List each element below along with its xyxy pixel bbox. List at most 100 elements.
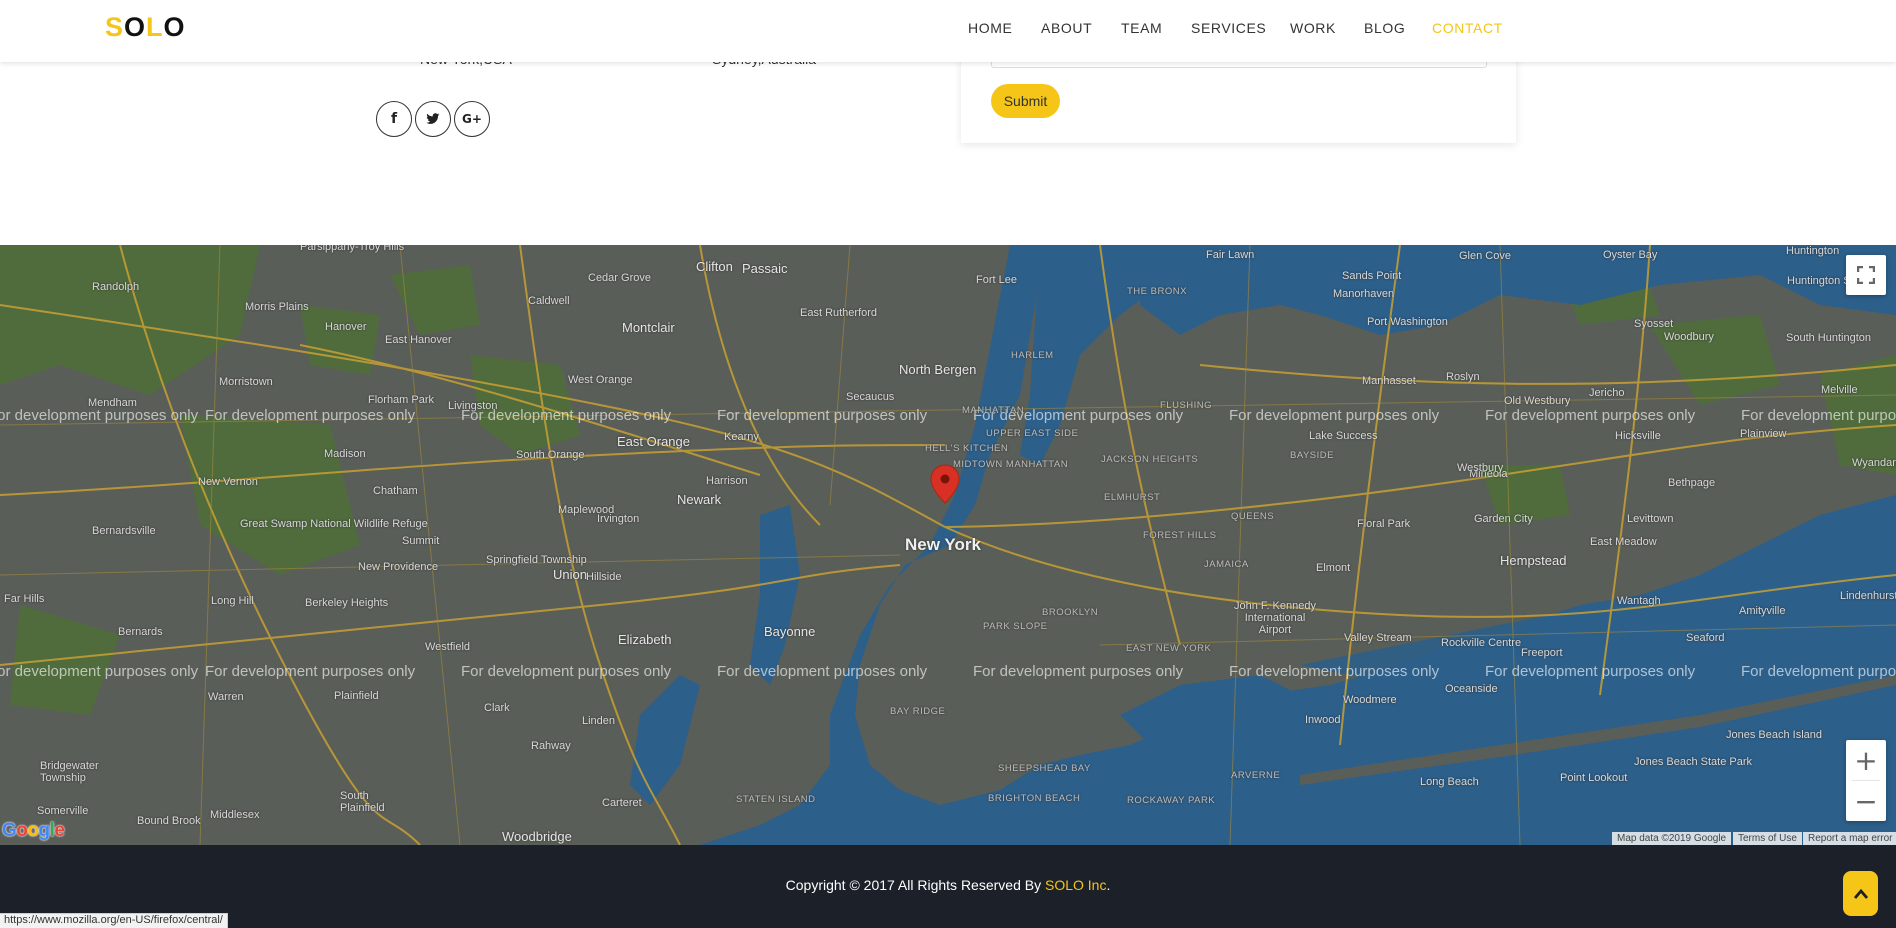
map-label: Rockville Centre [1441,637,1522,649]
map-label: SHEEPSHEAD BAY [998,763,1091,774]
brand-link[interactable]: SOLO Inc [1045,877,1106,893]
map-label: Bethpage [1668,477,1716,489]
map-label: Newark [677,492,722,507]
site-footer: Copyright © 2017 All Rights Reserved By … [0,845,1896,928]
map-label: South Huntington [1786,332,1872,344]
map-watermark: For development purposes only [1485,663,1696,680]
map-label: Lindenhurst [1840,590,1896,602]
map-label: BAY RIDGE [890,706,946,717]
map-label: Garden City [1474,513,1533,525]
google-plus-icon[interactable]: G+ [454,101,490,137]
map-label: Bernards [118,626,163,638]
map-label: East Orange [617,434,690,449]
map-label: Great Swamp National Wildlife Refuge [240,518,428,530]
nav-work[interactable]: WORK [1290,20,1336,36]
map-label: FLUSHING [1160,400,1213,411]
nav-services[interactable]: SERVICES [1191,20,1266,36]
map-label: Bridgewater Township [40,760,99,784]
map-label: Inwood [1305,714,1341,726]
map-label: Fair Lawn [1206,249,1255,261]
facebook-icon[interactable]: f [376,101,412,137]
map-fullscreen-button[interactable] [1846,255,1886,295]
map-label: Harrison [706,475,748,487]
terms-of-use-link[interactable]: Terms of Use [1733,832,1802,845]
logo[interactable]: SOLO [105,12,186,43]
map-watermark: For development purposes only [205,663,416,680]
map-watermark: For development purposes only [0,407,199,424]
map-label: Hanover [325,321,367,333]
map-label: East Meadow [1590,536,1657,548]
map-label: Rahway [531,740,571,752]
map-label: Jones Beach Island [1726,729,1823,741]
map-watermark: For development purposes only [1229,407,1440,424]
map-watermark: For development purposes only [717,407,928,424]
map-label: South Plainfield [340,790,385,814]
map-label: Plainview [1740,428,1787,440]
map-label: Bernardsville [92,525,156,537]
map-data-attribution[interactable]: Map data ©2019 Google [1612,832,1732,845]
map-label: EAST NEW YORK [1126,643,1212,654]
google-map[interactable]: For development purposes only For develo… [0,245,1896,845]
map-label: Mendham [88,397,137,409]
map-label: Wantagh [1617,595,1661,607]
map-label: Parsippany-Troy Hills [300,245,405,253]
map-watermark: For development purposes only [1229,663,1440,680]
report-map-error-link[interactable]: Report a map error [1803,832,1896,845]
back-to-top-button[interactable] [1843,871,1878,916]
map-label: Old Westbury [1504,395,1571,407]
map-label: Westbury [1457,462,1504,474]
map-label: Lake Success [1309,430,1378,442]
map-label: Bound Brook [137,815,201,827]
map-label: Clark [484,702,510,714]
map-label: Melville [1821,384,1858,396]
twitter-icon[interactable] [415,101,451,137]
nav-team[interactable]: TEAM [1121,20,1162,36]
submit-button[interactable]: Submit [991,84,1060,118]
map-watermark: For development purposes only [717,663,928,680]
map-label: Bayonne [764,624,816,639]
map-label: East Hanover [385,334,452,346]
map-label: ROCKAWAY PARK [1127,795,1216,806]
map-label: STATEN ISLAND [736,794,816,805]
map-label: HELL'S KITCHEN [925,443,1009,454]
map-label: BAYSIDE [1290,450,1334,461]
map-label: Hillside [586,571,622,583]
nav-home[interactable]: HOME [968,20,1012,36]
google-logo[interactable]: Google [2,820,65,842]
map-label: Levittown [1627,513,1674,525]
map-label: Caldwell [528,295,570,307]
map-label: Long Beach [1420,776,1479,788]
map-label: Amityville [1739,605,1786,617]
map-label: HARLEM [1011,350,1054,361]
map-label: THE BRONX [1127,286,1187,297]
map-label: Jericho [1589,387,1625,399]
map-label: Manhasset [1362,375,1416,387]
map-label: PARK SLOPE [983,621,1048,632]
nav-contact[interactable]: CONTACT [1432,20,1503,36]
map-label: UPPER EAST SIDE [986,428,1079,439]
nav-about[interactable]: ABOUT [1041,20,1092,36]
map-label: JACKSON HEIGHTS [1101,454,1199,465]
map-label: FOREST HILLS [1143,530,1217,541]
map-label: Springfield Township [486,554,587,566]
page: New York,USA Sydney,Australia f G+ Submi… [0,0,1896,928]
map-label: Fort Lee [976,274,1017,286]
map-watermark: For development purposes only [1741,407,1896,424]
map-watermark: For development purposes only [973,663,1184,680]
nav-blog[interactable]: BLOG [1364,20,1405,36]
map-label: ARVERNE [1231,770,1281,781]
zoom-out-button[interactable]: − [1846,781,1886,821]
map-label: Maplewood [558,504,615,516]
map-label: Middlesex [210,809,260,821]
map-label: Elmont [1316,562,1351,574]
map-label: Woodbridge [502,829,572,844]
map-label: Manorhaven [1333,288,1395,300]
zoom-in-button[interactable]: + [1846,740,1886,780]
map-label: Warren [208,691,244,703]
map-label: North Bergen [899,362,977,377]
map-label: Elizabeth [618,632,672,647]
map-label: Cedar Grove [588,272,651,284]
chevron-up-icon [1853,888,1868,899]
map-label: Morris Plains [245,301,309,313]
map-label: East Rutherford [800,307,878,319]
